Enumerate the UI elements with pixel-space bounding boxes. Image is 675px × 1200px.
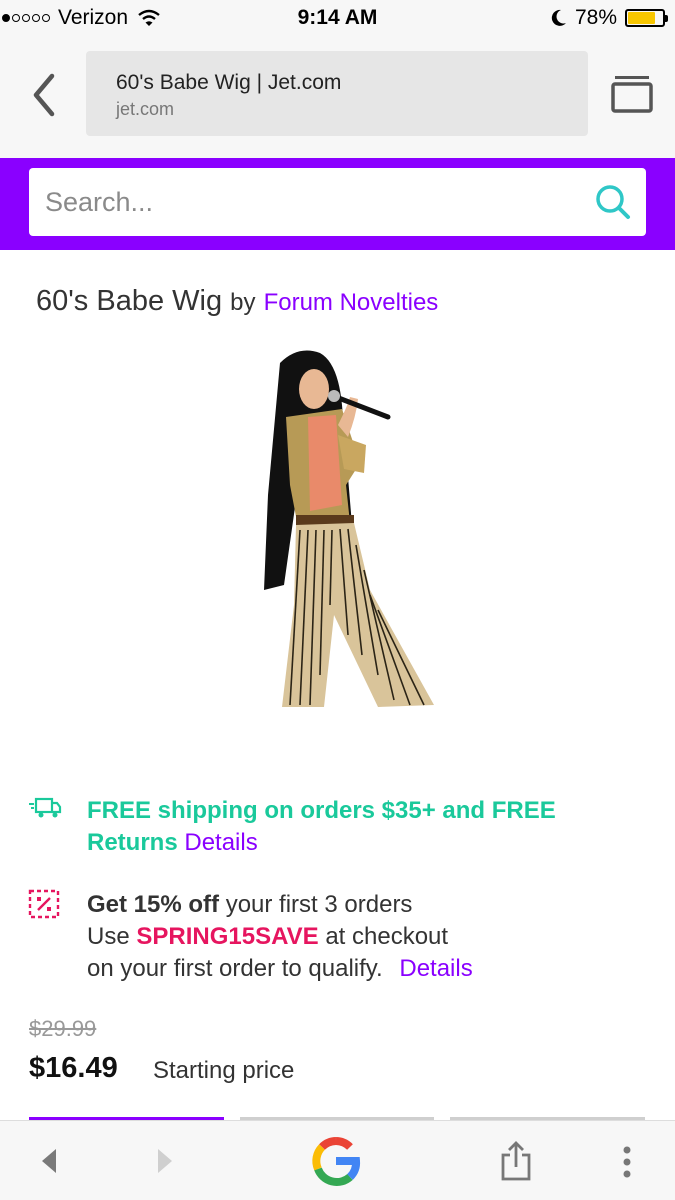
coupon-details-link[interactable]: Details: [399, 955, 472, 982]
more-vertical-icon[interactable]: [621, 1145, 633, 1179]
product-image[interactable]: [238, 345, 438, 710]
battery-icon: [625, 9, 668, 27]
status-right: 78%: [551, 6, 668, 30]
google-logo-icon[interactable]: [308, 1133, 364, 1189]
coupon-line-2: Use SPRING15SAVE at checkout: [87, 921, 647, 953]
site-header: [0, 158, 675, 250]
coupon-line-3: on your first order to qualify. Details: [87, 953, 647, 985]
product-heading: 60's Babe Wig by Forum Novelties: [36, 285, 438, 318]
coupon-qualify: on your first order to qualify.: [87, 955, 383, 982]
coupon-code: SPRING15SAVE: [136, 923, 319, 950]
page-domain: jet.com: [116, 99, 175, 119]
coupon-offer: Get 15% off: [87, 891, 220, 918]
discount-tag-icon: [28, 889, 60, 919]
browser-toolbar: [0, 1120, 675, 1200]
shipping-text: FREE shipping on orders $35+ and FREE Re…: [87, 797, 556, 856]
address-bar[interactable]: 60's Babe Wig | Jet.com jet.com: [86, 51, 588, 136]
search-input[interactable]: [29, 168, 646, 236]
status-bar: Verizon 9:14 AM 78%: [0, 0, 675, 38]
do-not-disturb-moon-icon: [551, 9, 566, 26]
current-price: $16.49: [29, 1052, 118, 1084]
page-title: 60's Babe Wig | Jet.com: [116, 71, 342, 94]
browser-bar: 60's Babe Wig | Jet.com jet.com: [0, 38, 675, 158]
coupon-checkout: at checkout: [325, 923, 449, 950]
tabs-button[interactable]: [608, 73, 656, 115]
shipping-promo-text: FREE shipping on orders $35+ and FREE Re…: [87, 795, 647, 859]
coupon-line-1: Get 15% off your first 3 orders: [87, 889, 647, 921]
battery-percent: 78%: [574, 6, 617, 29]
product-by: by: [230, 289, 256, 316]
share-icon[interactable]: [499, 1139, 533, 1183]
search-icon[interactable]: [594, 183, 632, 221]
tabs-icon: [611, 76, 653, 113]
product-title: 60's Babe Wig: [36, 285, 223, 317]
coupon-offer-rest: your first 3 orders: [225, 891, 413, 918]
forward-arrow-icon[interactable]: [154, 1147, 176, 1175]
coupon-promo-text: Get 15% off your first 3 orders Use SPRI…: [87, 889, 647, 985]
coupon-use: Use: [87, 923, 130, 950]
original-price: $29.99: [29, 1016, 97, 1041]
brand-link[interactable]: Forum Novelties: [264, 289, 439, 316]
back-button[interactable]: [22, 68, 66, 122]
delivery-truck-icon: [29, 797, 62, 818]
back-arrow-icon[interactable]: [38, 1147, 60, 1175]
shipping-details-link[interactable]: Details: [184, 829, 257, 856]
chevron-left-icon: [33, 73, 55, 117]
battery-fill: [628, 12, 655, 24]
price-note: Starting price: [153, 1057, 295, 1084]
